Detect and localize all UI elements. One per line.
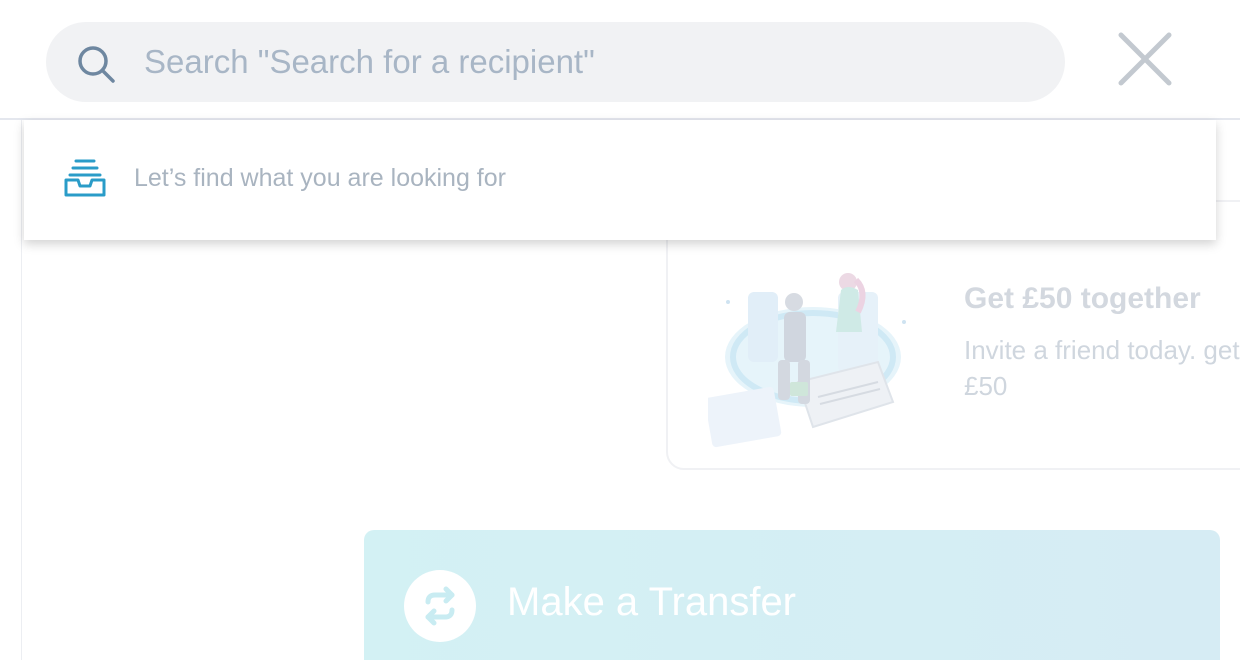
search-header xyxy=(0,0,1240,120)
close-button[interactable] xyxy=(1110,24,1180,94)
make-transfer-button[interactable]: Make a Transfer xyxy=(364,530,1220,660)
page: Get £50 together Invite a friend today. … xyxy=(0,0,1240,660)
search-input[interactable] xyxy=(144,22,1024,102)
referral-title: Get £50 together xyxy=(964,282,1201,315)
make-transfer-label: Make a Transfer xyxy=(507,580,797,624)
handshake-illustration xyxy=(708,273,906,448)
close-icon xyxy=(1118,32,1172,86)
search-results-dropdown: Let’s find what you are looking for xyxy=(24,120,1216,240)
referral-body: Invite a friend today. get £50 xyxy=(964,335,1240,401)
search-box[interactable] xyxy=(46,22,1065,102)
inbox-icon xyxy=(64,159,106,197)
transfer-arrows-icon xyxy=(404,570,476,642)
referral-card[interactable]: Get £50 together Invite a friend today. … xyxy=(666,200,1240,470)
search-icon xyxy=(78,46,115,83)
search-hint-text: Let’s find what you are looking for xyxy=(134,164,506,192)
